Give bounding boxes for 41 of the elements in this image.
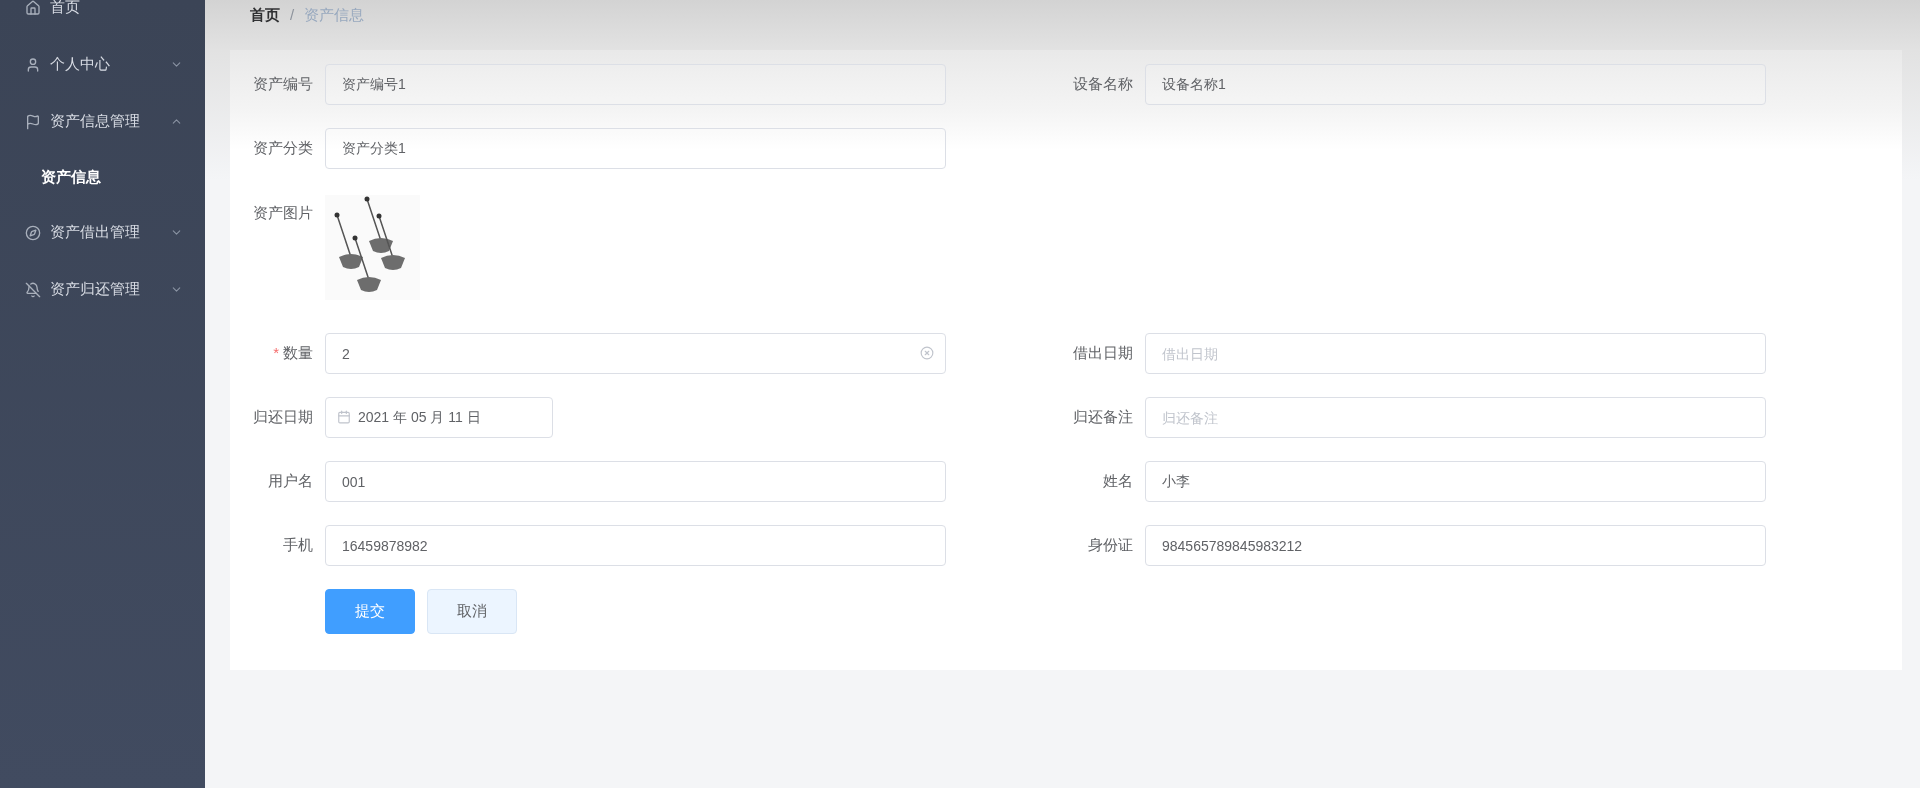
sidebar-item[interactable]: 首页 [0,0,205,36]
input-field[interactable]: 归还备注 [1145,397,1766,438]
flag-icon [25,113,41,130]
field-label: 归还备注 [1072,408,1133,427]
breadcrumb-item[interactable]: 首页 [250,6,280,25]
input-field[interactable]: 资产分类1 [325,128,946,169]
field-label: 借出日期 [1072,344,1133,363]
field-label: 设备名称 [1072,75,1133,94]
input-field[interactable]: 16459878982 [325,525,946,566]
field-label: * 数量 [272,344,313,363]
input-field[interactable]: 2 [325,333,946,374]
field-label: 手机 [282,536,313,555]
clear-icon[interactable] [920,346,934,360]
breadcrumb-separator: / [290,6,295,23]
date-field[interactable]: 2021 年 05 月 11 日 [325,397,553,438]
field-label: 姓名 [1102,472,1133,491]
field-label: 归还日期 [252,408,313,427]
home-icon [25,0,41,16]
sidebar-item[interactable]: 个人中心 [0,36,205,93]
sidebar-item[interactable]: 资产借出管理 [0,204,205,261]
input-field[interactable]: 借出日期 [1145,333,1766,374]
field-label: 身份证 [1087,536,1133,555]
field-label: 用户名 [267,472,313,491]
field-label: 资产编号 [252,75,313,94]
input-field[interactable]: 984565789845983212 [1145,525,1766,566]
input-field[interactable]: 设备名称1 [1145,64,1766,105]
input-field[interactable]: 001 [325,461,946,502]
field-label: 资产分类 [252,139,313,158]
user-icon [25,56,41,73]
sidebar-item[interactable]: 资产信息管理 [0,93,205,150]
sidebar-subitem[interactable]: 资产信息 [0,150,205,204]
input-field[interactable]: 小李 [1145,461,1766,502]
input-field[interactable]: 资产编号1 [325,64,946,105]
required-mark: * [273,344,279,361]
calendar-icon [337,410,351,424]
cancel-button[interactable]: 取消 [427,589,517,634]
sidebar-item[interactable]: 资产归还管理 [0,261,205,318]
field-label: 资产图片 [252,204,313,223]
compass-icon [25,224,41,241]
breadcrumb-item: 资产信息 [304,6,365,25]
bell-off-icon [25,281,41,298]
